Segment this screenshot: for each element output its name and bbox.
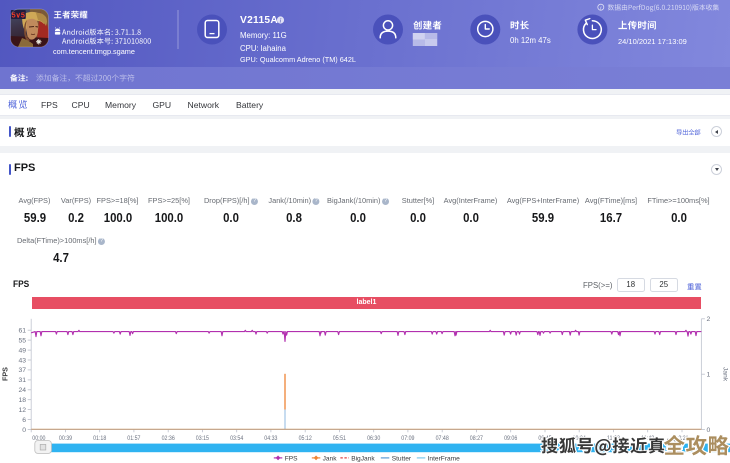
svg-text:0: 0 (707, 427, 711, 434)
svg-text:43: 43 (18, 357, 26, 364)
svg-text:18: 18 (18, 397, 26, 404)
svg-text:BigJank: BigJank (351, 455, 375, 462)
svg-text:03:54: 03:54 (230, 435, 243, 442)
svg-text:11:03: 11:03 (607, 435, 620, 442)
svg-text:0: 0 (22, 427, 26, 434)
svg-text:10:24: 10:24 (573, 435, 586, 442)
svg-text:2: 2 (707, 316, 711, 323)
svg-text:01:57: 01:57 (127, 435, 140, 442)
svg-text:FPS: FPS (1, 367, 10, 381)
svg-text:61: 61 (18, 328, 26, 335)
svg-text:6: 6 (22, 417, 26, 424)
svg-text:07:09: 07:09 (401, 435, 414, 442)
svg-text:09:06: 09:06 (504, 435, 517, 442)
svg-text:11:42: 11:42 (641, 435, 654, 442)
svg-text:FPS: FPS (285, 455, 298, 462)
svg-text:02:36: 02:36 (162, 435, 175, 442)
svg-text:03:15: 03:15 (196, 435, 209, 442)
svg-text:08:27: 08:27 (470, 435, 483, 442)
svg-text:31: 31 (18, 377, 26, 384)
svg-text:09:45: 09:45 (538, 435, 551, 442)
svg-text:06:30: 06:30 (367, 435, 380, 442)
svg-text:InterFrame: InterFrame (428, 455, 461, 462)
svg-text:12:21: 12:21 (675, 435, 688, 442)
svg-text:07:48: 07:48 (436, 435, 449, 442)
svg-text:24: 24 (18, 387, 26, 394)
svg-text:55: 55 (18, 337, 26, 344)
svg-text:Stutter: Stutter (392, 455, 412, 462)
svg-text:05:51: 05:51 (333, 435, 346, 442)
svg-text:1: 1 (707, 372, 711, 379)
svg-text:49: 49 (18, 347, 26, 354)
svg-text:12: 12 (18, 407, 26, 414)
svg-text:Jank: Jank (722, 367, 729, 382)
svg-text:01:18: 01:18 (93, 435, 106, 442)
svg-text:04:33: 04:33 (264, 435, 277, 442)
svg-text:00:39: 00:39 (59, 435, 72, 442)
svg-text:Jank: Jank (323, 455, 338, 462)
svg-text:05:12: 05:12 (299, 435, 312, 442)
svg-text:37: 37 (18, 367, 26, 374)
